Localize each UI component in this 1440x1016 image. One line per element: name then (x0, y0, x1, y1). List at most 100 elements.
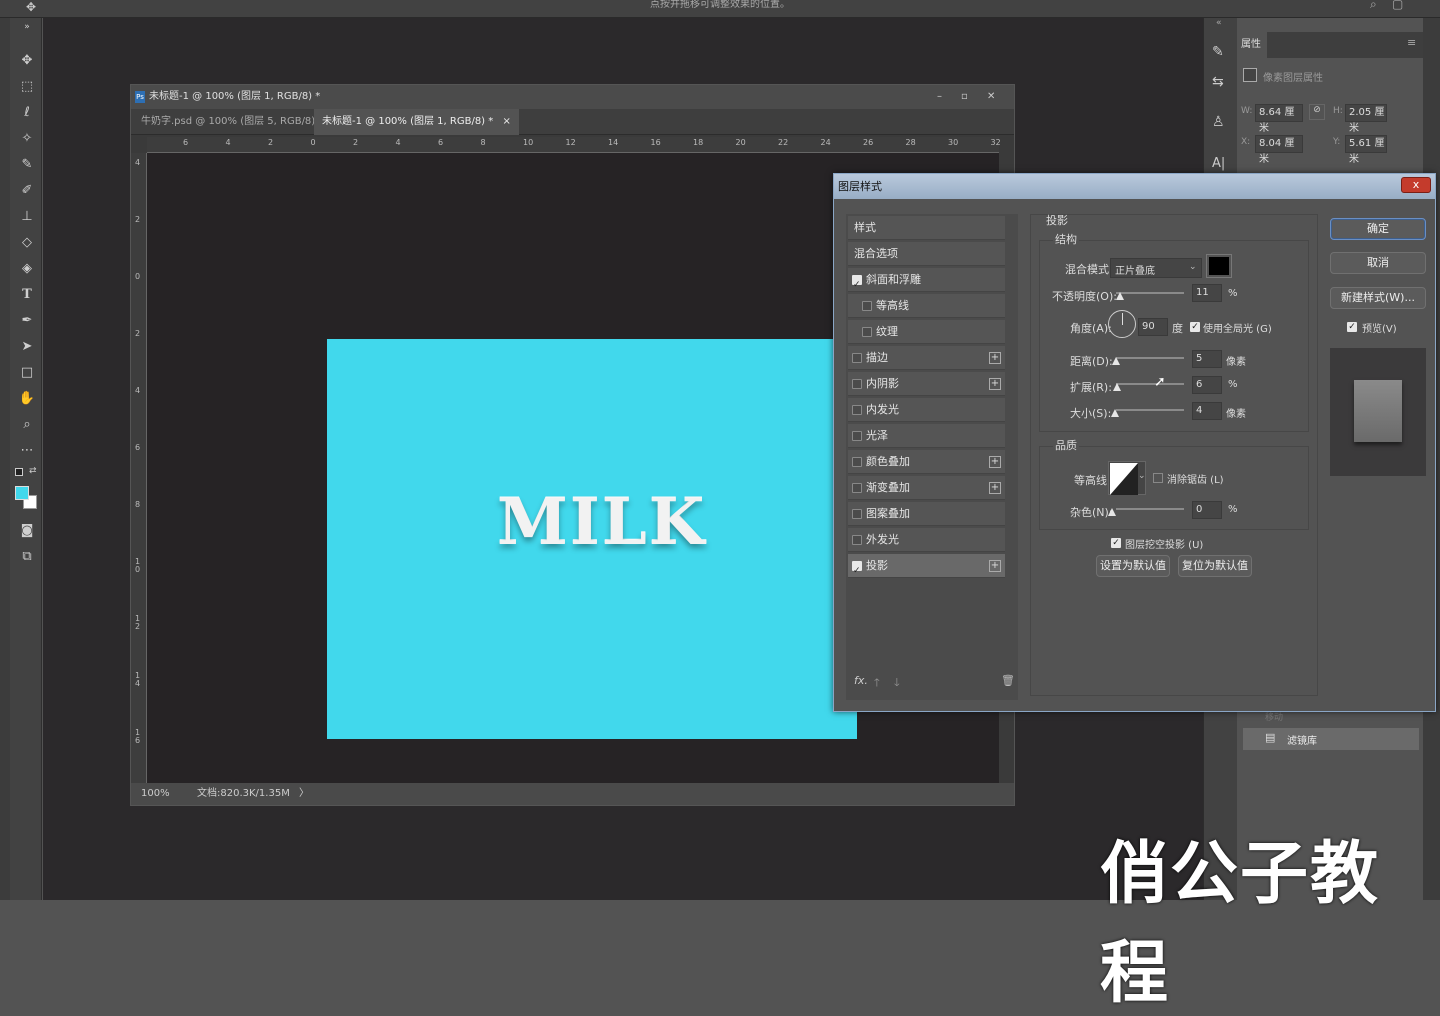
opacity-input[interactable]: 11 (1192, 284, 1222, 302)
style-checkbox[interactable] (852, 483, 862, 493)
lasso-tool-icon[interactable]: ℓ (18, 104, 36, 122)
new-style-button[interactable]: 新建样式(W)... (1330, 287, 1426, 309)
reset-default-button[interactable]: 复位为默认值 (1178, 555, 1252, 577)
style-checkbox[interactable] (852, 353, 862, 363)
tab-close-icon[interactable]: × (502, 116, 510, 127)
pen-tool-icon[interactable]: ✒ (18, 312, 36, 330)
fx-icon[interactable]: fx. (854, 674, 868, 687)
style-checkbox[interactable] (852, 535, 862, 545)
ok-button[interactable]: 确定 (1330, 218, 1426, 240)
more-tools-icon[interactable]: ⋯ (18, 442, 36, 460)
add-style-icon[interactable]: + (989, 482, 1001, 494)
milk-text-layer[interactable]: MILK (497, 485, 706, 560)
style-item[interactable]: 颜色叠加 + (848, 450, 1005, 474)
add-style-icon[interactable]: + (989, 378, 1001, 390)
filter-gallery-row[interactable]: ▤ 滤镜库 (1243, 728, 1419, 750)
minimize-icon[interactable]: – (937, 85, 942, 109)
size-slider-track[interactable] (1116, 409, 1184, 411)
add-style-icon[interactable]: + (989, 456, 1001, 468)
spread-input[interactable]: 6 (1192, 376, 1222, 394)
distance-slider-track[interactable] (1116, 357, 1184, 359)
trash-icon[interactable]: 🗑 (1001, 674, 1015, 687)
distance-slider-thumb[interactable] (1112, 357, 1120, 365)
swap-colors-icon[interactable]: ⇄ (29, 466, 37, 476)
default-colors-icon[interactable] (15, 468, 23, 476)
panel-menu-icon[interactable]: ≡ (1407, 36, 1416, 49)
status-arrow-icon[interactable]: 〉 (299, 783, 309, 805)
style-item[interactable]: 混合选项 (848, 242, 1005, 266)
collapse-toolbar-icon[interactable]: » (18, 18, 36, 32)
character-styles-icon[interactable]: ♙ (1212, 114, 1225, 130)
close-icon[interactable]: ✕ (987, 85, 995, 109)
x-field[interactable]: 8.04 厘米 (1255, 135, 1303, 165)
contour-picker[interactable]: ⌄ (1108, 461, 1146, 495)
set-default-button[interactable]: 设置为默认值 (1096, 555, 1170, 577)
marquee-tool-icon[interactable]: ⬚ (18, 78, 36, 96)
type-tool-icon[interactable]: T (18, 286, 36, 304)
style-checkbox[interactable] (852, 405, 862, 415)
blend-mode-select[interactable]: 正片叠底 ⌄ (1110, 258, 1202, 278)
noise-input[interactable]: 0 (1192, 501, 1222, 519)
style-item[interactable]: 等高线 (848, 294, 1005, 318)
move-tool-icon[interactable]: ✥ (18, 52, 36, 70)
distance-input[interactable]: 5 (1192, 350, 1222, 368)
size-slider-thumb[interactable] (1111, 409, 1119, 417)
path-select-icon[interactable]: ➤ (18, 338, 36, 356)
zoom-level[interactable]: 100% (141, 783, 170, 805)
width-field[interactable]: 8.64 厘米 (1255, 104, 1303, 134)
search-icon[interactable]: ⌕ (1370, 0, 1377, 12)
angle-dial[interactable] (1108, 310, 1136, 338)
style-item[interactable]: 斜面和浮雕 (848, 268, 1005, 297)
eraser-tool-icon[interactable]: ◇ (18, 234, 36, 252)
spread-slider-thumb[interactable] (1113, 383, 1121, 391)
style-checkbox[interactable] (852, 559, 862, 583)
stamp-tool-icon[interactable]: ⊥ (18, 208, 36, 226)
paint-bucket-icon[interactable]: ◈ (18, 260, 36, 278)
style-item[interactable]: 样式 (848, 216, 1005, 240)
style-checkbox[interactable] (852, 457, 862, 467)
preview-checkbox[interactable]: ✓ (1347, 322, 1357, 332)
spread-slider-track[interactable] (1116, 383, 1184, 385)
opacity-slider-track[interactable] (1116, 292, 1184, 294)
style-item[interactable]: 描边 + (848, 346, 1005, 370)
zoom-tool-icon[interactable]: ⌕ (18, 416, 36, 434)
adjustments-icon[interactable]: ⇆ (1212, 74, 1224, 90)
style-checkbox[interactable] (852, 431, 862, 441)
tab-untitled-1[interactable]: 未标题-1 @ 100% (图层 1, RGB/8) * × (314, 109, 519, 135)
style-item[interactable]: 投影 + (848, 554, 1005, 583)
style-checkbox[interactable] (852, 273, 862, 297)
height-field[interactable]: 2.05 厘米 (1345, 104, 1387, 134)
move-up-icon[interactable]: 🡑 (874, 674, 880, 693)
hand-tool-icon[interactable]: ✋ (18, 390, 36, 408)
style-item[interactable]: 内发光 (848, 398, 1005, 422)
style-item[interactable]: 内阴影 + (848, 372, 1005, 396)
brush-tool-icon[interactable]: ✐ (18, 182, 36, 200)
tab-properties[interactable]: 属性 (1237, 32, 1267, 58)
move-down-icon[interactable]: 🡓 (894, 674, 900, 693)
link-icon[interactable]: ⊘ (1309, 104, 1325, 120)
foreground-color-swatch[interactable] (15, 486, 29, 500)
style-item[interactable]: 图案叠加 (848, 502, 1005, 526)
global-light-checkbox[interactable]: ✓ (1190, 322, 1200, 332)
add-style-icon[interactable]: + (989, 352, 1001, 364)
noise-slider-track[interactable] (1116, 508, 1184, 510)
canvas[interactable]: MILK (327, 339, 857, 739)
shadow-color-swatch[interactable] (1206, 254, 1232, 278)
style-checkbox[interactable] (852, 379, 862, 389)
dialog-close-button[interactable]: x (1401, 177, 1431, 193)
style-checkbox[interactable] (852, 509, 862, 519)
opacity-slider-thumb[interactable] (1116, 292, 1124, 300)
collapse-panels-icon[interactable]: « (1216, 18, 1222, 28)
style-item[interactable]: 外发光 (848, 528, 1005, 552)
rectangle-tool-icon[interactable]: □ (18, 364, 36, 382)
workspace-icon[interactable]: ▢ (1392, 0, 1403, 11)
style-item[interactable]: 纹理 (848, 320, 1005, 344)
magic-wand-icon[interactable]: ✧ (18, 130, 36, 148)
noise-slider-thumb[interactable] (1108, 508, 1116, 516)
style-checkbox[interactable] (862, 301, 872, 311)
angle-input[interactable]: 90 (1138, 318, 1168, 336)
style-checkbox[interactable] (862, 327, 872, 337)
antialias-checkbox[interactable] (1153, 473, 1163, 483)
size-input[interactable]: 4 (1192, 402, 1222, 420)
document-titlebar[interactable]: Ps 未标题-1 @ 100% (图层 1, RGB/8) * – ▫ ✕ (131, 85, 1014, 109)
